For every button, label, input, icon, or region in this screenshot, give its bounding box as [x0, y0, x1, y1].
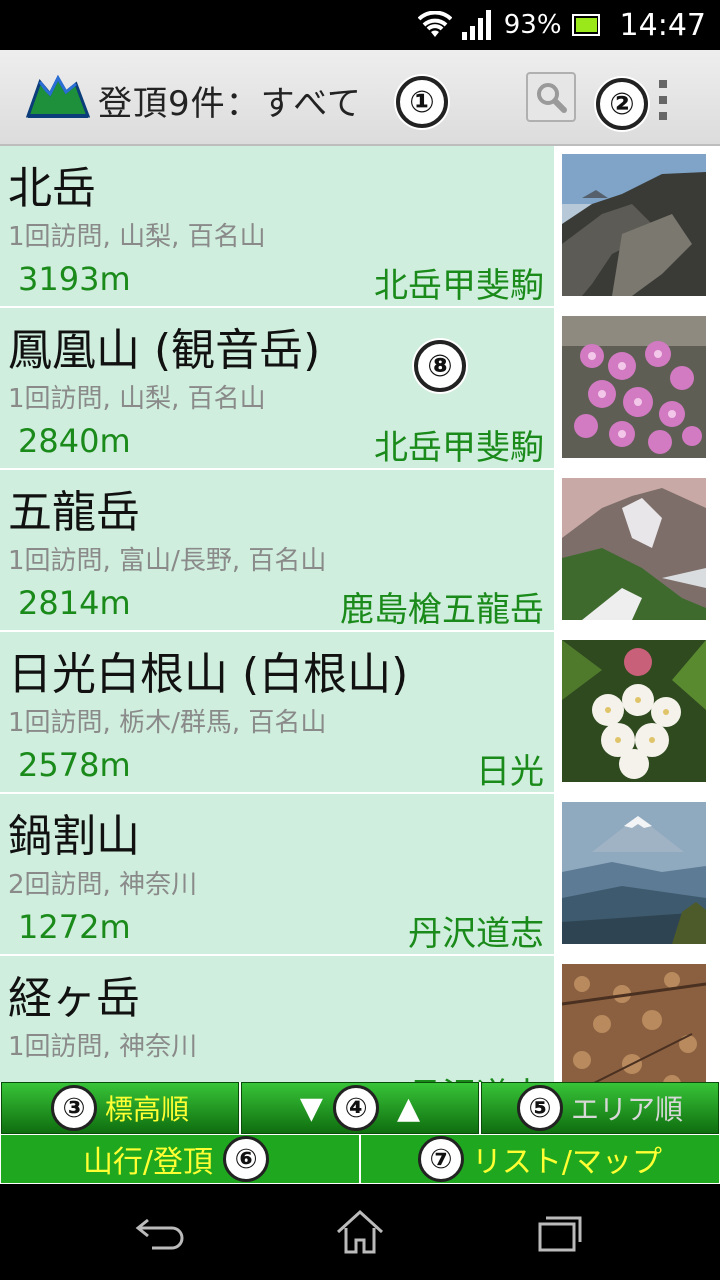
list-item[interactable]: 経ヶ岳 1回訪問, 神奈川 丹沢道志: [0, 956, 720, 1082]
sort-elevation-button[interactable]: ③ 標高順: [1, 1082, 239, 1134]
summit-meta: 1回訪問, 栃木/群馬, 百名山: [8, 708, 327, 738]
recent-apps-icon[interactable]: [530, 1206, 590, 1258]
white-flowers-photo: [562, 640, 706, 782]
overflow-dot-icon: [659, 96, 667, 104]
callout-badge-6: ⑥: [223, 1136, 270, 1182]
callout-badge-1: ①: [396, 76, 448, 128]
summit-area: 丹沢道志: [408, 914, 544, 954]
summit-area: 北岳甲斐駒: [374, 428, 544, 468]
mountain-snow-photo: [562, 478, 706, 620]
summit-name: 鳳凰山 (観音岳): [8, 325, 321, 376]
home-icon[interactable]: [330, 1206, 390, 1258]
search-icon: [537, 83, 567, 113]
search-button[interactable]: [526, 72, 576, 122]
summit-elevation: 2814m: [18, 584, 131, 622]
summit-meta: 1回訪問, 山梨, 百名山: [8, 384, 266, 414]
list-map-label: リスト/マップ: [471, 1145, 663, 1180]
climb-summit-label: 山行/登頂: [82, 1145, 214, 1180]
callout-badge-2: ②: [596, 78, 648, 130]
summit-meta: 1回訪問, 富山/長野, 百名山: [8, 546, 327, 576]
clock: 14:47: [619, 7, 706, 43]
fuji-view-photo: [562, 802, 706, 944]
list-item[interactable]: 鍋割山 2回訪問, 神奈川 1272m 丹沢道志: [0, 794, 720, 954]
sort-area-button[interactable]: ⑤ エリア順: [481, 1082, 719, 1134]
status-bar: 93% 14:47: [0, 0, 720, 50]
summit-photo[interactable]: [556, 634, 712, 788]
summit-name: 日光白根山 (白根山): [8, 649, 409, 700]
summit-area: 鹿島槍五龍岳: [340, 590, 544, 630]
list-item[interactable]: 日光白根山 (白根山) 1回訪問, 栃木/群馬, 百名山 2578m 日光: [0, 632, 720, 792]
list-item[interactable]: 北岳 1回訪問, 山梨, 百名山 3193m 北岳甲斐駒: [0, 146, 720, 306]
callout-badge-4: ④: [333, 1085, 379, 1131]
sort-order-button[interactable]: ▼ ④ ▲: [241, 1082, 479, 1134]
summit-elevation: 2840m: [18, 422, 131, 460]
callout-badge-8: ⑧: [414, 340, 466, 392]
list-item[interactable]: 鳳凰山 (観音岳) 1回訪問, 山梨, 百名山 2840m 北岳甲斐駒 ⑧: [0, 308, 720, 468]
list-item[interactable]: 五龍岳 1回訪問, 富山/長野, 百名山 2814m 鹿島槍五龍岳: [0, 470, 720, 630]
mountain-logo-icon: [26, 74, 90, 118]
summit-area: 北岳甲斐駒: [374, 266, 544, 306]
climb-summit-toggle-button[interactable]: 山行/登頂 ⑥: [1, 1135, 359, 1183]
action-bar: 登頂9件：すべて ① ②: [0, 50, 720, 146]
page-title: 登頂9件：すべて: [98, 84, 362, 124]
battery-icon: [571, 14, 600, 36]
summit-meta: 1回訪問, 山梨, 百名山: [8, 222, 266, 252]
pink-flowers-photo: [562, 316, 706, 458]
sort-area-label: エリア順: [570, 1093, 683, 1126]
callout-badge-3: ③: [50, 1085, 97, 1131]
wifi-icon: [417, 11, 452, 37]
sort-elevation-label: 標高順: [104, 1093, 189, 1126]
summit-meta: 1回訪問, 神奈川: [8, 1032, 198, 1062]
overflow-dot-icon: [659, 112, 667, 120]
summit-photo[interactable]: [556, 958, 712, 1082]
battery-percent: 93%: [503, 10, 562, 40]
overflow-menu-button[interactable]: [656, 80, 670, 120]
rocky-ridge-photo: [562, 154, 706, 296]
overflow-dot-icon: [659, 80, 667, 88]
back-icon[interactable]: [130, 1206, 190, 1258]
summit-list[interactable]: 北岳 1回訪問, 山梨, 百名山 3193m 北岳甲斐駒 鳳凰山 (観音岳) 1…: [0, 146, 720, 1082]
summit-elevation: 2578m: [18, 746, 131, 784]
summit-photo[interactable]: [556, 796, 712, 950]
sort-ascending-icon: ▲: [397, 1090, 421, 1126]
summit-area: 日光: [476, 752, 544, 792]
summit-name: 五龍岳: [8, 487, 140, 538]
summit-photo[interactable]: [556, 148, 712, 302]
summit-name: 経ヶ岳: [8, 973, 140, 1024]
mode-bar: 山行/登頂 ⑥ ⑦ リスト/マップ: [0, 1134, 720, 1184]
navigation-bar: [0, 1184, 720, 1280]
callout-badge-7: ⑦: [417, 1136, 464, 1182]
summit-meta: 2回訪問, 神奈川: [8, 870, 198, 900]
summit-elevation: 1272m: [18, 908, 131, 946]
callout-badge-5: ⑤: [516, 1085, 563, 1131]
summit-photo[interactable]: [556, 310, 712, 464]
summit-photo[interactable]: [556, 472, 712, 626]
summit-area: 丹沢道志: [408, 1068, 544, 1082]
sort-bar: ③ 標高順 ▼ ④ ▲ ⑤ エリア順: [0, 1082, 720, 1134]
sort-descending-icon: ▼: [299, 1090, 323, 1126]
leaf-litter-photo: [562, 964, 706, 1082]
summit-elevation: 3193m: [18, 260, 131, 298]
list-map-toggle-button[interactable]: ⑦ リスト/マップ: [361, 1135, 719, 1183]
summit-name: 鍋割山: [8, 811, 140, 862]
signal-icon: [461, 10, 491, 40]
summit-name: 北岳: [8, 163, 96, 214]
